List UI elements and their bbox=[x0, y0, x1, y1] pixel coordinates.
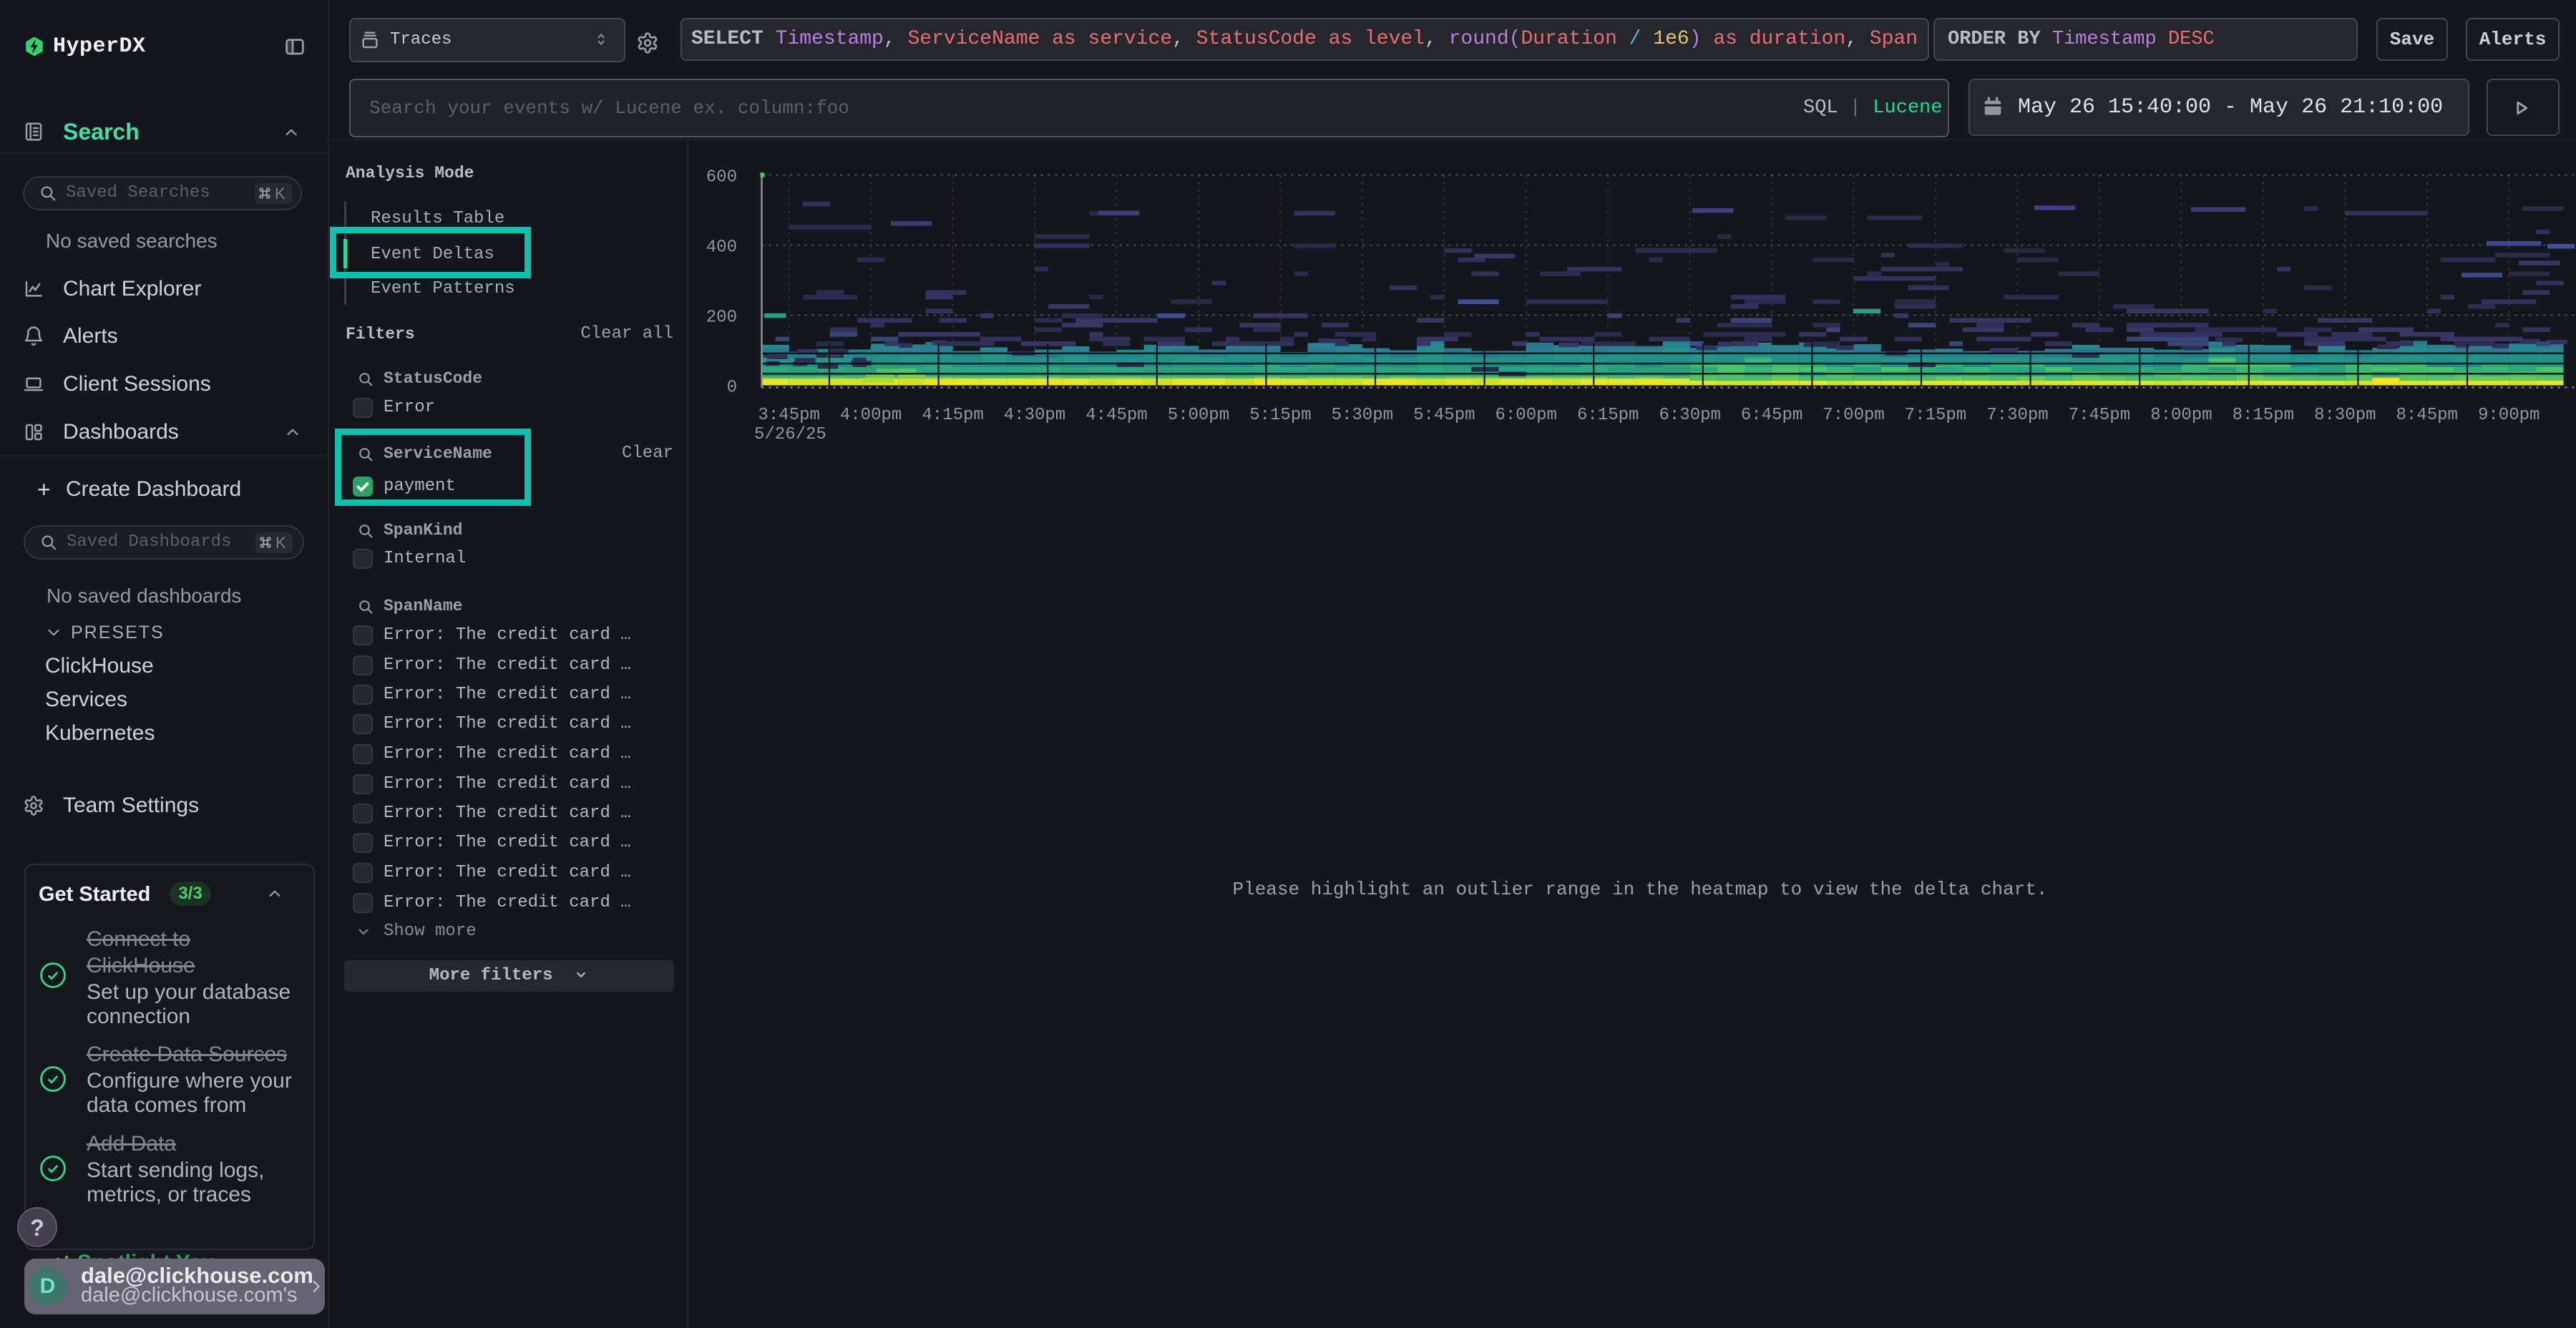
svg-text:7:00pm: 7:00pm bbox=[1823, 406, 1884, 425]
svg-text:5:30pm: 5:30pm bbox=[1332, 406, 1393, 425]
svg-text:5:45pm: 5:45pm bbox=[1413, 406, 1475, 425]
svg-text:6:00pm: 6:00pm bbox=[1495, 406, 1556, 425]
svg-text:6:45pm: 6:45pm bbox=[1741, 406, 1802, 425]
svg-text:7:45pm: 7:45pm bbox=[2069, 406, 2130, 425]
svg-text:400: 400 bbox=[706, 238, 737, 258]
svg-text:5:00pm: 5:00pm bbox=[1168, 406, 1229, 425]
svg-text:0: 0 bbox=[727, 379, 737, 398]
svg-text:4:00pm: 4:00pm bbox=[840, 406, 902, 425]
svg-text:8:00pm: 8:00pm bbox=[2150, 406, 2212, 425]
svg-text:6:30pm: 6:30pm bbox=[1659, 406, 1720, 425]
svg-text:6:15pm: 6:15pm bbox=[1577, 406, 1639, 425]
svg-text:5:15pm: 5:15pm bbox=[1249, 406, 1311, 425]
svg-text:200: 200 bbox=[706, 308, 737, 328]
svg-text:4:15pm: 4:15pm bbox=[922, 406, 983, 425]
svg-text:9:00pm: 9:00pm bbox=[2478, 406, 2540, 425]
svg-text:4:45pm: 4:45pm bbox=[1085, 406, 1147, 425]
svg-text:600: 600 bbox=[706, 168, 737, 187]
svg-text:5/26/25: 5/26/25 bbox=[754, 425, 826, 444]
svg-text:4:30pm: 4:30pm bbox=[1004, 406, 1065, 425]
svg-text:Please highlight an outlier ra: Please highlight an outlier range in the… bbox=[1233, 879, 2048, 900]
svg-text:7:30pm: 7:30pm bbox=[1986, 406, 2048, 425]
svg-text:8:45pm: 8:45pm bbox=[2396, 406, 2457, 425]
svg-text:8:30pm: 8:30pm bbox=[2314, 406, 2376, 425]
svg-text:3:45pm: 3:45pm bbox=[758, 406, 819, 425]
svg-text:8:15pm: 8:15pm bbox=[2233, 406, 2294, 425]
svg-text:7:15pm: 7:15pm bbox=[1905, 406, 1966, 425]
